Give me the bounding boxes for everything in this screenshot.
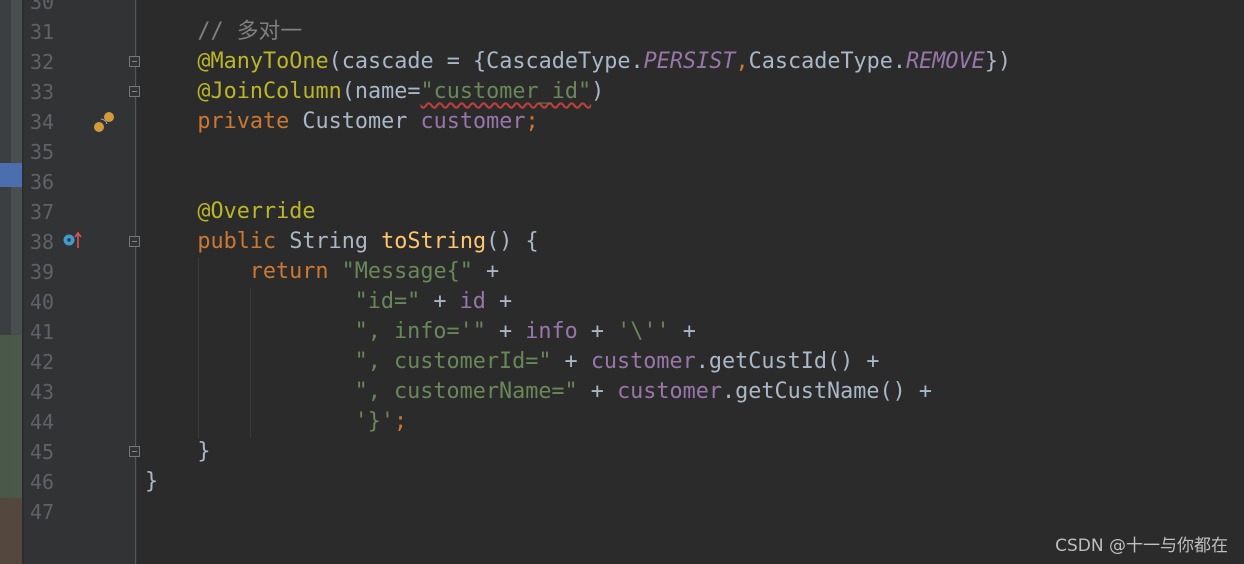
line-number: 46 bbox=[30, 470, 55, 494]
line-number: 40 bbox=[30, 290, 55, 314]
fold-toggle[interactable] bbox=[129, 56, 140, 67]
code-token: CascadeType. bbox=[748, 49, 907, 74]
code-token: ", info='" bbox=[354, 319, 486, 344]
code-token: + bbox=[577, 379, 618, 404]
code-token: + bbox=[485, 319, 526, 344]
code-token: String bbox=[289, 229, 382, 254]
code-token: () { bbox=[486, 229, 539, 254]
code-token: "Message{" bbox=[341, 259, 473, 284]
code-token: .getCustId() + bbox=[695, 349, 880, 374]
fold-toggle[interactable] bbox=[129, 86, 140, 97]
code-token: private bbox=[197, 109, 303, 134]
code-token: @JoinColumn bbox=[197, 79, 342, 104]
code-token: '}' bbox=[354, 409, 394, 434]
code-token: return bbox=[249, 259, 342, 284]
code-token: customer bbox=[617, 379, 723, 404]
line-number: 34 bbox=[30, 110, 55, 134]
code-token: + bbox=[577, 319, 618, 344]
line-number: 44 bbox=[30, 410, 55, 434]
code-token: (cascade = {CascadeType. bbox=[328, 49, 644, 74]
line-number: 32 bbox=[30, 50, 55, 74]
code-line[interactable]: @ManyToOne(cascade = {CascadeType.PERSIS… bbox=[197, 47, 1011, 77]
code-token: } bbox=[197, 439, 211, 464]
code-token: toString bbox=[381, 229, 487, 254]
code-token: Customer bbox=[302, 109, 421, 134]
code-token: // 多对一 bbox=[197, 19, 303, 44]
code-token: }) bbox=[984, 49, 1012, 74]
code-line[interactable]: @JoinColumn(name="customer_id") bbox=[197, 77, 604, 107]
gutter-divider bbox=[135, 0, 136, 564]
code-line[interactable]: public String toString() { bbox=[197, 227, 538, 257]
code-token: + bbox=[669, 319, 696, 344]
bean-relation-icon[interactable] bbox=[93, 110, 117, 134]
override-method-icon[interactable] bbox=[62, 231, 84, 251]
code-line[interactable]: private Customer customer; bbox=[197, 107, 538, 137]
code-line[interactable]: "id=" + id + bbox=[355, 287, 513, 317]
code-token: ) bbox=[591, 79, 605, 104]
code-token: "customer_id" bbox=[420, 79, 592, 104]
line-number: 30 bbox=[30, 0, 55, 14]
line-number: 35 bbox=[30, 140, 55, 164]
code-token: + bbox=[551, 349, 591, 374]
line-number: 42 bbox=[30, 350, 55, 374]
code-token: customer bbox=[590, 349, 696, 374]
code-token: ; bbox=[525, 109, 539, 134]
code-token: + bbox=[472, 259, 500, 284]
code-token: @ManyToOne bbox=[197, 49, 329, 74]
line-number: 38 bbox=[30, 230, 55, 254]
line-number: 39 bbox=[30, 260, 55, 284]
line-number: 43 bbox=[30, 380, 55, 404]
code-token: id bbox=[459, 289, 486, 314]
watermark: CSDN @十一与你都在 bbox=[1055, 536, 1228, 556]
code-token: (name= bbox=[341, 79, 421, 104]
fold-toggle[interactable] bbox=[129, 236, 140, 247]
code-line[interactable]: @Override bbox=[197, 197, 315, 227]
code-line[interactable]: return "Message{" + bbox=[250, 257, 499, 287]
code-line[interactable]: } bbox=[197, 437, 210, 467]
code-token: ", customerName=" bbox=[354, 379, 578, 404]
line-number: 31 bbox=[30, 20, 55, 44]
code-line[interactable]: // 多对一 bbox=[197, 17, 302, 47]
code-line[interactable]: ", customerId=" + customer.getCustId() + bbox=[355, 347, 880, 377]
indent-guide bbox=[250, 288, 251, 438]
code-token: "id=" bbox=[354, 289, 421, 314]
change-marker-added bbox=[0, 335, 22, 498]
code-line[interactable]: ", customerName=" + customer.getCustName… bbox=[355, 377, 932, 407]
code-token: public bbox=[197, 229, 290, 254]
code-line[interactable]: ", info='" + info + '\'' + bbox=[355, 317, 696, 347]
code-token: } bbox=[145, 469, 159, 494]
code-token: ; bbox=[393, 409, 408, 434]
line-number: 41 bbox=[30, 320, 55, 344]
indent-guide bbox=[198, 258, 199, 438]
change-marker-other bbox=[0, 498, 22, 564]
line-number: 45 bbox=[30, 440, 55, 464]
line-number: 33 bbox=[30, 80, 55, 104]
code-line[interactable]: } bbox=[145, 467, 158, 497]
code-token: PERSIST bbox=[643, 49, 736, 74]
code-token: REMOVE bbox=[906, 49, 985, 74]
line-number: 36 bbox=[30, 170, 55, 194]
code-token: '\'' bbox=[617, 319, 670, 344]
scrollbar-strip[interactable] bbox=[0, 0, 22, 564]
line-number: 37 bbox=[30, 200, 55, 224]
code-token: + bbox=[485, 289, 513, 314]
code-token: ", customerId=" bbox=[354, 349, 552, 374]
code-token: info bbox=[525, 319, 578, 344]
code-token: @Override bbox=[197, 199, 316, 224]
code-token: , bbox=[735, 49, 749, 74]
code-token: + bbox=[420, 289, 460, 314]
code-line[interactable]: '}'; bbox=[355, 407, 408, 437]
fold-toggle[interactable] bbox=[129, 446, 140, 457]
code-token: .getCustName() + bbox=[722, 379, 933, 404]
change-marker-modified bbox=[0, 163, 22, 187]
line-number: 47 bbox=[30, 500, 55, 524]
code-token: customer bbox=[420, 109, 526, 134]
